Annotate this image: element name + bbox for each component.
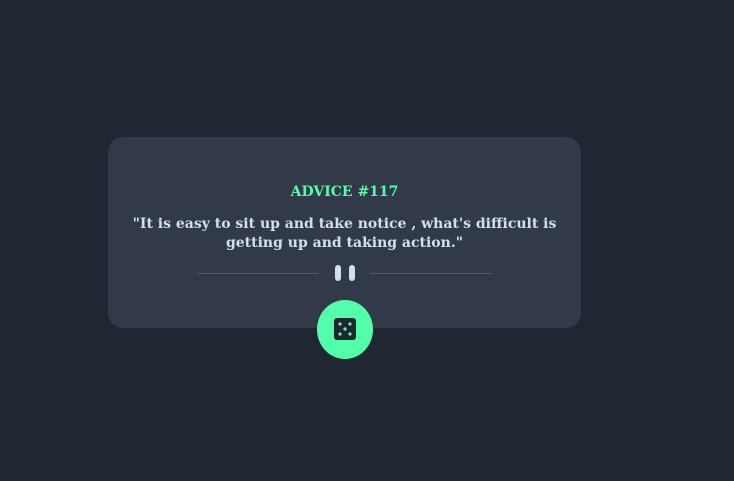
page: ADVICE #117 "It is easy to sit up and ta… [0,0,734,481]
advice-quote: "It is easy to sit up and take notice , … [132,216,557,251]
new-advice-button[interactable] [317,300,373,359]
advice-id: ADVICE #117 [290,184,399,200]
divider-line-left [197,272,319,274]
divider [197,265,492,281]
divider-line-right [370,272,492,274]
pause-bar-right [349,265,355,281]
dice-icon [334,318,356,340]
pause-icon [335,265,355,281]
pause-bar-left [335,265,341,281]
